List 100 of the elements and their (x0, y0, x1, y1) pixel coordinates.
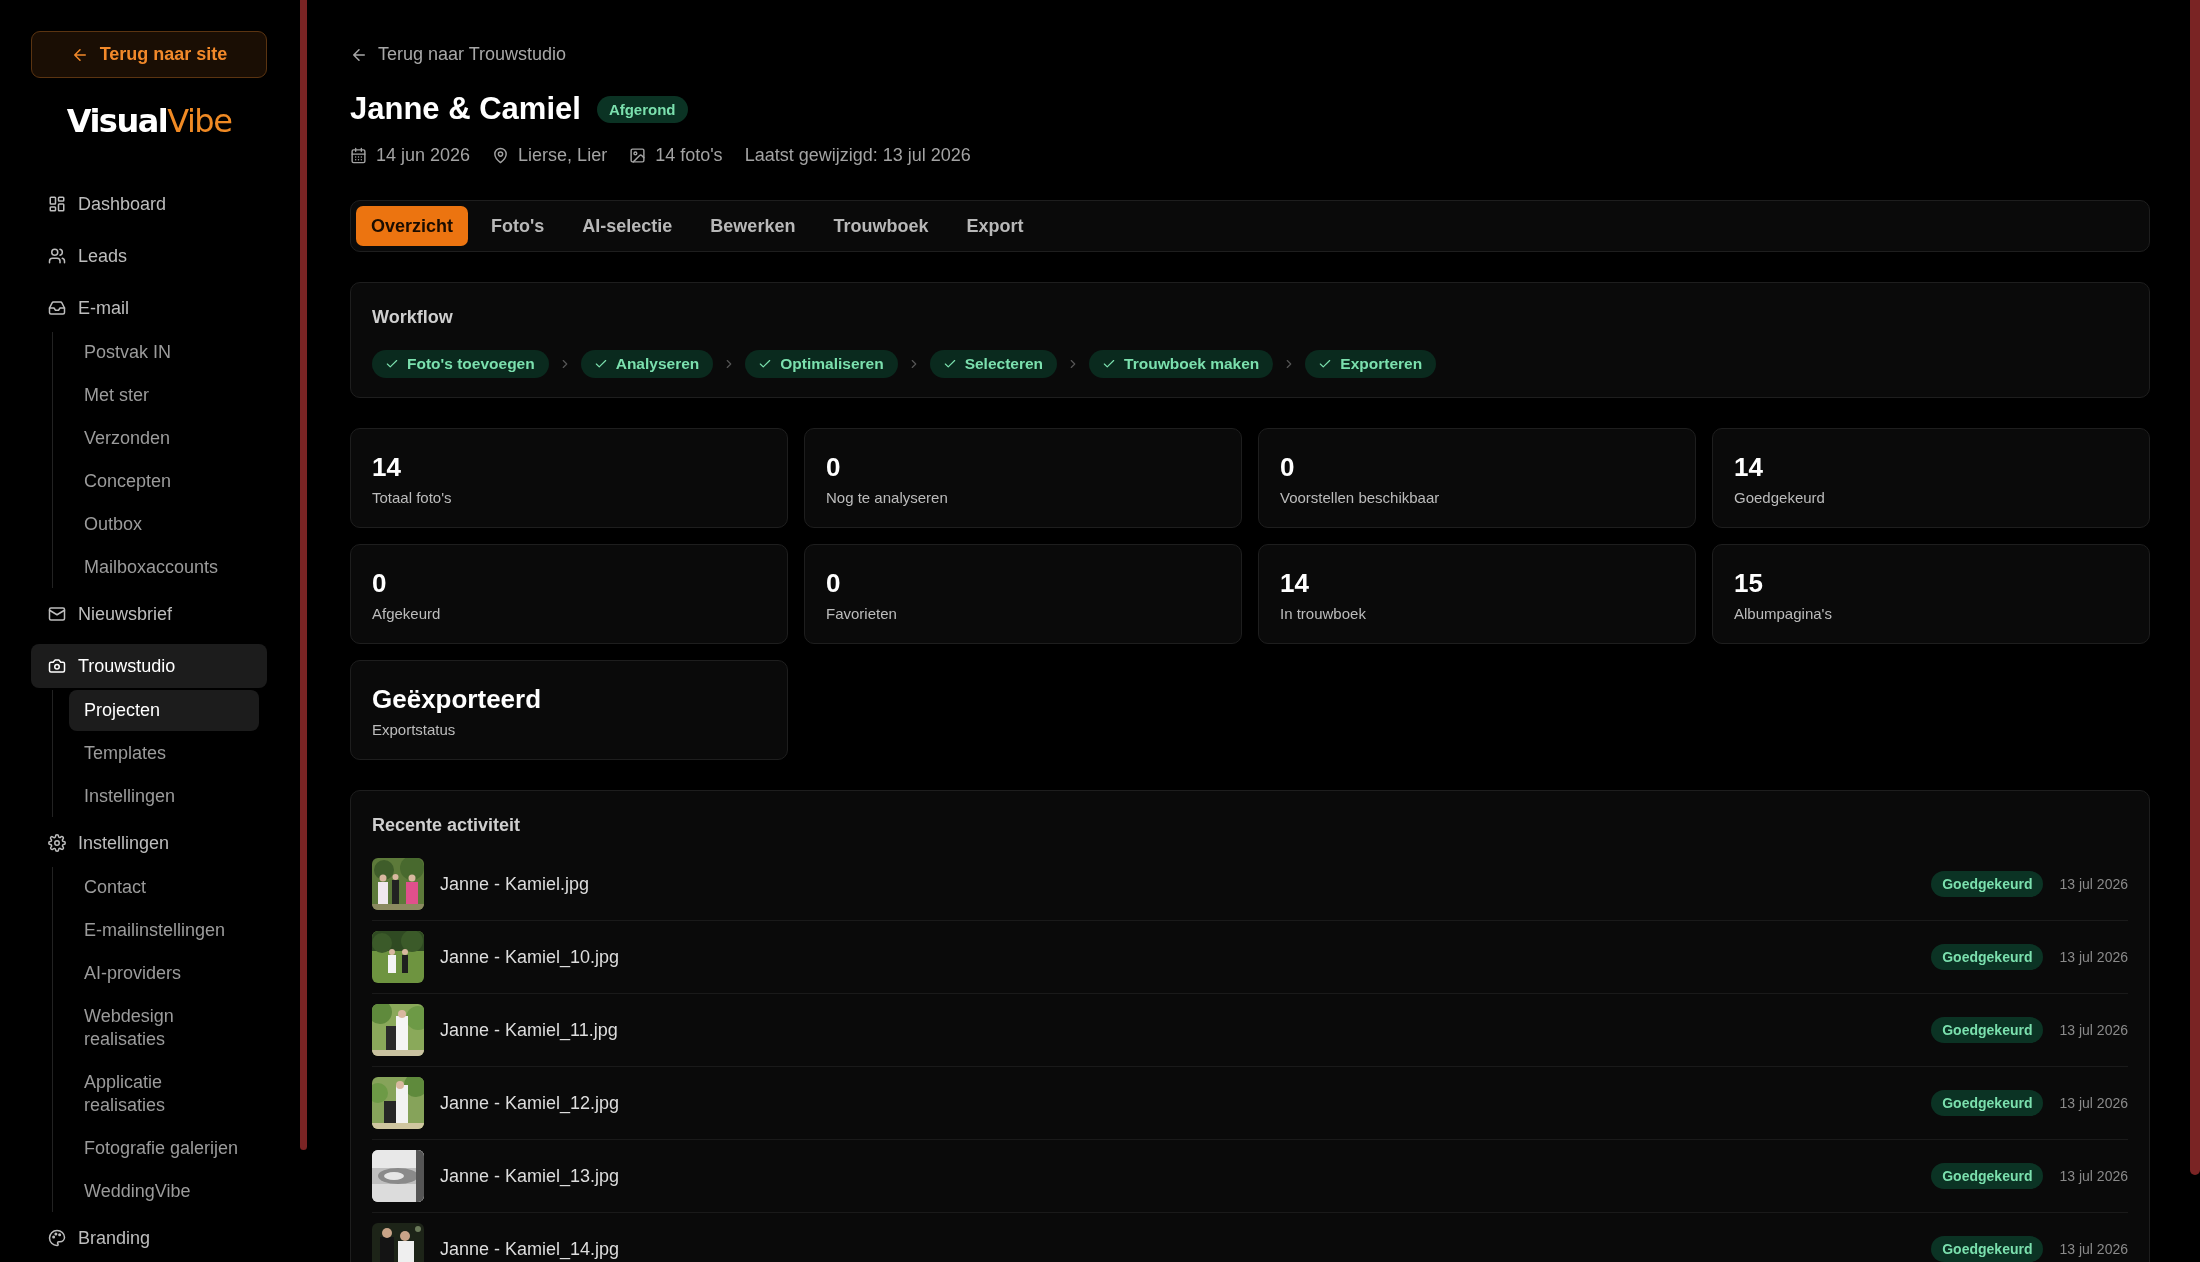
stat-value: 0 (826, 453, 842, 481)
nav-item[interactable]: Dashboard (31, 182, 267, 226)
nav-item[interactable]: Instellingen (31, 821, 267, 865)
stat-label: Voorstellen beschikbaar (1280, 489, 1441, 506)
stat-label: Exportstatus (372, 721, 457, 738)
nav-subitem[interactable]: Applicatie realisaties (69, 1062, 259, 1126)
activity-date: 13 jul 2026 (2059, 1241, 2128, 1257)
activity-date: 13 jul 2026 (2059, 949, 2128, 965)
camera-icon (48, 657, 66, 675)
file-name: Janne - Kamiel_12.jpg (440, 1092, 621, 1114)
stat-label: Goedgekeurd (1734, 489, 1826, 506)
back-button[interactable]: Terug naar site (31, 31, 267, 78)
nav-item[interactable]: Branding (31, 1216, 267, 1260)
check-icon (1102, 357, 1117, 371)
nav-subitem[interactable]: Met ster (69, 375, 259, 416)
status-badge: Goedgekeurd (1931, 1163, 2044, 1189)
logo: VisualVibe (66, 102, 232, 140)
activity-date: 13 jul 2026 (2059, 876, 2128, 892)
stat-label: Albumpagina's (1734, 605, 1833, 622)
nav-subitem[interactable]: Instellingen (69, 776, 259, 817)
tab[interactable]: Bewerken (695, 206, 811, 246)
check-icon (593, 357, 608, 371)
nav-subitem[interactable]: Concepten (69, 461, 259, 502)
grid-icon (48, 195, 66, 213)
nav-subitem[interactable]: Postvak IN (69, 332, 259, 373)
stat-label: Nog te analyseren (826, 489, 949, 506)
nav-subitem[interactable]: Mailboxaccounts (69, 547, 259, 588)
tab[interactable]: Overzicht (356, 206, 469, 246)
stat-label: Totaal foto's (372, 489, 453, 506)
nav-item[interactable]: E-mail (31, 286, 267, 330)
stat-value: 14 (372, 453, 402, 481)
nav-subitem[interactable]: Outbox (69, 504, 259, 545)
image-icon (629, 147, 647, 164)
file-name: Janne - Kamiel_10.jpg (440, 946, 621, 968)
file-name: Janne - Kamiel_11.jpg (440, 1019, 619, 1041)
file-name: Janne - Kamiel_14.jpg (440, 1238, 621, 1260)
tab[interactable]: AI-selectie (567, 206, 688, 246)
stat-value: 14 (1734, 453, 1764, 481)
check-icon (385, 357, 399, 371)
stat-value: 0 (372, 569, 388, 597)
status-badge: Goedgekeurd (1931, 1236, 2044, 1262)
tab[interactable]: Trouwboek (818, 206, 944, 246)
meta-text: 14 foto's (655, 145, 723, 166)
step-label: Selecteren (964, 355, 1044, 373)
mail-icon (48, 605, 66, 623)
palette-icon (48, 1229, 66, 1247)
scrollbar[interactable] (300, 0, 307, 1150)
check-icon (758, 357, 773, 371)
stat-label: Favorieten (826, 605, 898, 622)
settings-icon (48, 834, 66, 852)
nav-subitem[interactable]: Verzonden (69, 418, 259, 459)
meta-text: Laatst gewijzigd: 13 jul 2026 (744, 145, 971, 166)
activity-date: 13 jul 2026 (2059, 1168, 2128, 1184)
file-name: Janne - Kamiel_13.jpg (440, 1165, 621, 1187)
stat-label: In trouwboek (1280, 605, 1367, 622)
status-badge: Afgerond (596, 95, 688, 123)
status-badge: Goedgekeurd (1931, 871, 2044, 897)
nav-item[interactable]: Nieuwsbrief (31, 592, 267, 636)
nav-subitem[interactable]: E-mailinstellingen (69, 910, 259, 951)
project-title: Janne & Camiel (350, 91, 581, 127)
tab[interactable]: Export (951, 206, 1039, 246)
stat-label: Afgekeurd (372, 605, 442, 622)
stat-value: 0 (1280, 453, 1296, 481)
meta-text: 14 jun 2026 (376, 145, 471, 166)
activity-date: 13 jul 2026 (2059, 1095, 2128, 1111)
status-badge: Goedgekeurd (1931, 944, 2044, 970)
activity-date: 13 jul 2026 (2059, 1022, 2128, 1038)
step-label: Exporteren (1340, 355, 1423, 373)
inbox-icon (48, 299, 66, 317)
stat-value: Geëxporteerd (372, 685, 543, 713)
nav-subitem[interactable]: Templates (69, 733, 259, 774)
stat-value: 0 (826, 569, 842, 597)
nav-item[interactable]: Trouwstudio (31, 644, 267, 688)
card-title: Recente activiteit (372, 815, 522, 836)
nav-subitem[interactable]: WeddingVibe (69, 1171, 259, 1212)
back-link[interactable]: Terug naar Trouwstudio (350, 44, 567, 65)
status-badge: Goedgekeurd (1931, 1017, 2044, 1043)
step-label: Trouwboek maken (1124, 355, 1260, 373)
step-label: Optimaliseren (780, 355, 884, 373)
step-label: Analyseren (615, 355, 700, 373)
nav-subitem[interactable]: AI-providers (69, 953, 259, 994)
scrollbar[interactable] (2190, 0, 2200, 1175)
meta-text: Lierse, Lier (518, 145, 608, 166)
nav-subitem[interactable]: Fotografie galerijen (69, 1128, 259, 1169)
map-pin-icon (492, 147, 510, 164)
status-badge: Goedgekeurd (1931, 1090, 2044, 1116)
nav-subitem[interactable]: Projecten (69, 690, 259, 731)
calendar-icon (350, 147, 367, 164)
nav-subitem[interactable]: Webdesign realisaties (69, 996, 259, 1060)
step-label: Foto's toevoegen (407, 355, 535, 373)
check-icon (942, 357, 957, 371)
tab[interactable]: Foto's (476, 206, 560, 246)
file-name: Janne - Kamiel.jpg (440, 873, 591, 895)
nav-subitem[interactable]: Contact (69, 867, 259, 908)
users-icon (48, 247, 66, 265)
stat-value: 14 (1280, 569, 1310, 597)
check-icon (1318, 357, 1333, 371)
card-title: Workflow (372, 307, 454, 328)
stat-value: 15 (1734, 569, 1764, 597)
nav-item[interactable]: Leads (31, 234, 267, 278)
